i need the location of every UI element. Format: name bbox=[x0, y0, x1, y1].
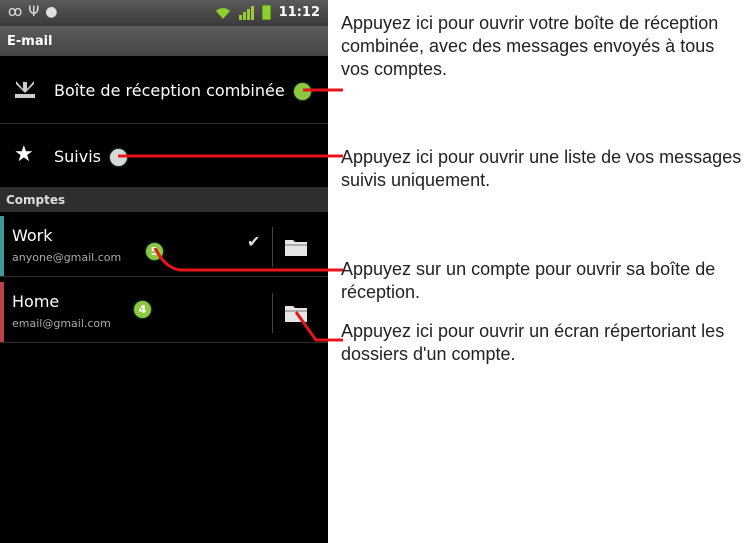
accounts-section-header: Comptes bbox=[0, 188, 328, 212]
voicemail-icon: ꝏ bbox=[8, 4, 29, 20]
combined-inbox-badge bbox=[294, 83, 311, 100]
account-item-home[interactable]: Home email@gmail.com 4 bbox=[0, 282, 328, 343]
callout-starred: Appuyez ici pour ouvrir une liste de vos… bbox=[341, 147, 742, 190]
account-name: Home bbox=[12, 292, 60, 311]
combined-inbox-icon bbox=[15, 81, 35, 98]
divider bbox=[272, 227, 273, 267]
android-icon: ● bbox=[45, 4, 64, 20]
accounts-section-title: Comptes bbox=[6, 193, 66, 207]
account-email: anyone@gmail.com bbox=[12, 251, 122, 264]
unread-count-badge: 5 bbox=[146, 243, 163, 260]
starred-badge bbox=[110, 149, 127, 166]
starred-label: Suivis bbox=[54, 147, 101, 166]
battery-icon bbox=[261, 5, 271, 20]
folder-icon[interactable] bbox=[284, 237, 308, 257]
signal-icon bbox=[238, 5, 254, 20]
callout-account: Appuyez sur un compte pour ouvrir sa boî… bbox=[341, 259, 716, 302]
phone-screen: ꝏΨ● 11:12 E-mail Boîte de réception comb… bbox=[0, 0, 328, 543]
status-bar: ꝏΨ● 11:12 bbox=[0, 0, 328, 26]
account-email: email@gmail.com bbox=[12, 317, 111, 330]
account-color-stripe bbox=[0, 216, 4, 276]
usb-icon: Ψ bbox=[28, 4, 46, 20]
status-time: 11:12 bbox=[278, 5, 320, 20]
divider bbox=[272, 293, 273, 333]
starred-item[interactable]: ★ Suivis bbox=[0, 124, 328, 188]
wifi-icon bbox=[215, 7, 230, 19]
account-color-stripe bbox=[0, 282, 4, 342]
star-icon: ★ bbox=[14, 142, 34, 167]
account-name: Work bbox=[12, 226, 53, 245]
notification-icons: ꝏΨ● bbox=[8, 4, 64, 20]
callout-folders: Appuyez ici pour ouvrir un écran réperto… bbox=[341, 321, 725, 364]
app-title: E-mail bbox=[7, 34, 53, 49]
checkmark-icon: ✔ bbox=[247, 232, 261, 251]
app-title-bar: E-mail bbox=[0, 26, 328, 56]
combined-inbox-label: Boîte de réception combinée bbox=[54, 81, 285, 100]
callout-combined-inbox: Appuyez ici pour ouvrir votre boîte de r… bbox=[341, 13, 719, 79]
combined-inbox-item[interactable]: Boîte de réception combinée bbox=[0, 56, 328, 124]
unread-count-badge: 4 bbox=[134, 301, 151, 318]
folder-icon[interactable] bbox=[284, 303, 308, 323]
account-item-work[interactable]: Work anyone@gmail.com 5 ✔ bbox=[0, 216, 328, 277]
